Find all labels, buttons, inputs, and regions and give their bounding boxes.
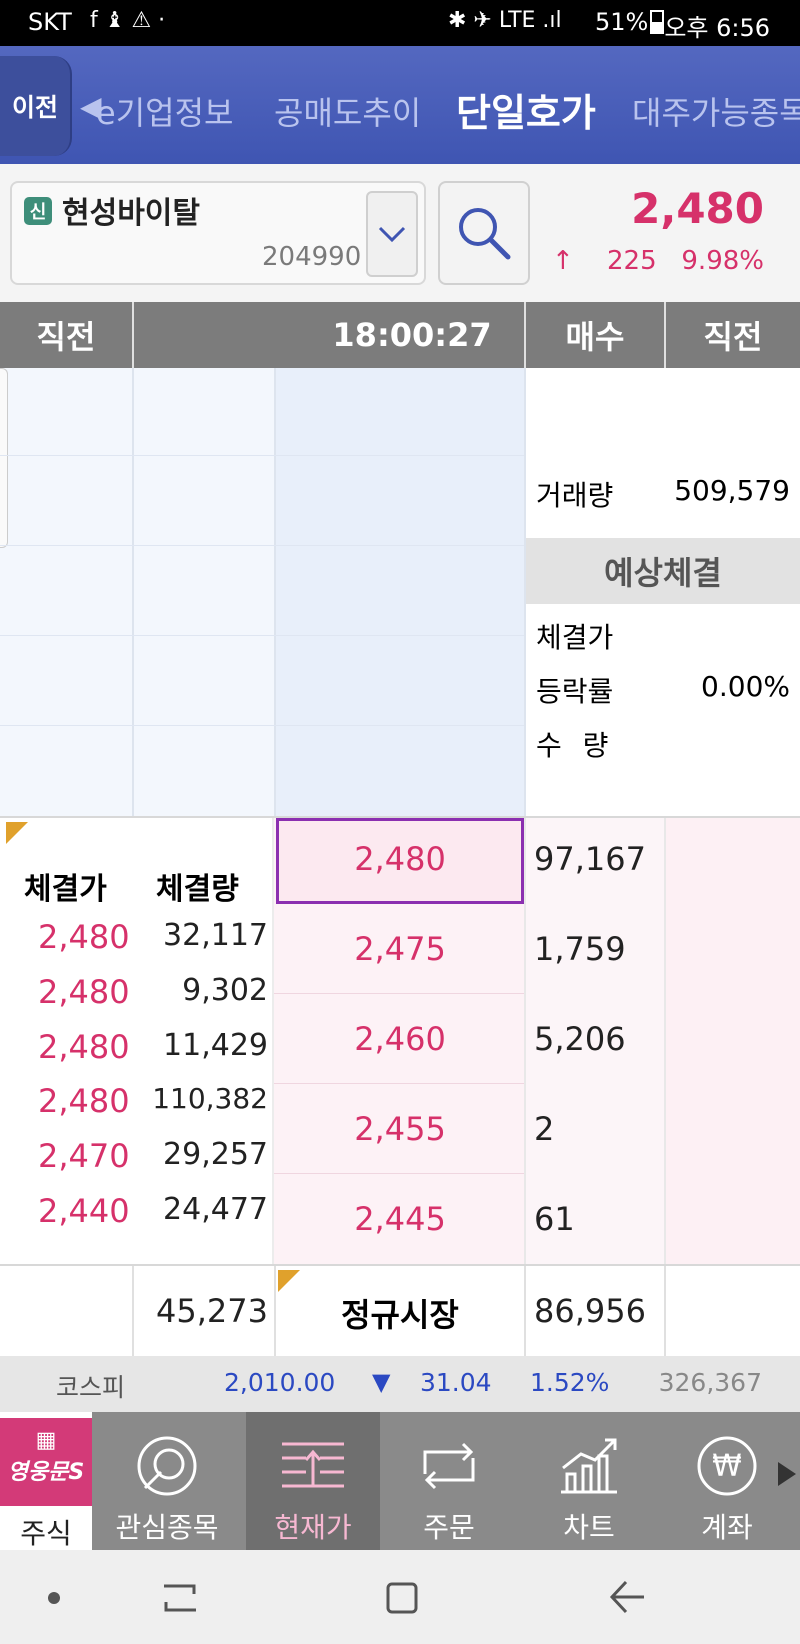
tab-company-info[interactable]: e기업정보 [96,88,233,134]
nav-more-arrow-icon[interactable] [778,1462,796,1486]
bid-qty: 97,167 [534,840,646,878]
volume-label: 거래량 [536,479,614,512]
expected-rate-label: 등락률 [536,675,614,708]
brand-logo: ▦ 영웅문S [0,1418,92,1506]
dot-icon[interactable] [48,1592,60,1604]
ask-price-column [276,368,524,816]
chart-icon [561,1438,617,1494]
nav-item-watchlist[interactable]: 관심종목 [100,1412,234,1550]
price-change-rate: 9.98% [681,246,764,276]
expected-qty-label: 수 량 [536,729,615,762]
bid-price[interactable]: 2,455 [276,1110,524,1148]
battery-icon [650,10,664,34]
total-sell-qty: 45,273 [156,1292,268,1330]
side-handle[interactable] [0,368,8,548]
kospi-rate: 1.52% [530,1368,610,1397]
trade-price: 2,480 [38,973,130,1011]
kospi-volume: 326,367 [658,1368,762,1397]
bid-price[interactable]: 2,475 [276,930,524,968]
nav-item-chart[interactable]: 차트 [522,1412,656,1550]
carrier-label: SKT [28,8,72,36]
bid-qty: 2 [534,1110,555,1148]
trade-price: 2,480 [38,1028,130,1066]
ask-qty-column [134,368,274,816]
nav-label: 주문 [423,1511,475,1544]
trade-qty: 29,257 [163,1137,268,1172]
ask-prev-column [0,368,132,816]
chevron-down-icon [378,226,406,243]
trade-qty: 110,382 [152,1082,268,1115]
trade-price: 2,470 [38,1137,130,1175]
volume-value: 509,579 [674,474,790,507]
expected-price-label: 체결가 [536,621,614,654]
trade-qty: 32,117 [163,918,268,953]
total-buy-qty: 86,956 [534,1292,646,1330]
clock: 오후 6:56 [664,14,770,42]
header-prev-bid: 직전 [703,318,763,356]
header-bid: 매수 [565,318,625,356]
won-icon: ₩ [697,1436,757,1496]
status-bar: SKT f ♝ ⚠ · ✱ ✈ LTE .ıl 51% 오후 6:56 [0,0,800,46]
home-icon[interactable] [384,1580,420,1616]
notification-icons: f ♝ ⚠ · [90,8,166,33]
trade-qty: 9,302 [182,973,268,1008]
prev-button[interactable]: 이전 [0,56,72,156]
nav-label: 차트 [563,1511,615,1544]
orderbook-icon [282,1442,344,1488]
swap-icon [423,1442,475,1490]
grid-icon: ▦ [35,1428,57,1453]
trade-price: 2,480 [38,918,130,956]
nav-label: 계좌 [701,1511,753,1544]
tab-borrowable[interactable]: 대주가능종목 [632,88,800,134]
bid-price[interactable]: 2,460 [276,1020,524,1058]
nav-label: 관심종목 [115,1511,219,1544]
corner-marker [278,1270,300,1292]
price-change: 225 [607,246,657,276]
bid-price[interactable]: 2,445 [276,1200,524,1238]
corner-marker [6,822,28,844]
tab-short-selling[interactable]: 공매도추이 [274,88,421,134]
nav-item-stock[interactable]: ▦ 영웅문S 주식 [0,1412,92,1550]
down-arrow-icon: ▼ [372,1368,391,1396]
trade-qty: 24,477 [163,1192,268,1227]
bid-price[interactable]: 2,480 [276,840,524,878]
current-price: 2,480 [631,184,764,233]
nav-item-account[interactable]: ₩ 계좌 [660,1412,794,1550]
trade-price: 2,480 [38,1082,130,1120]
stock-dropdown-button[interactable] [366,191,418,277]
search-button[interactable] [438,181,530,285]
nav-item-order[interactable]: 주문 [382,1412,516,1550]
signal-icons: ✱ ✈ LTE .ıl [448,8,562,33]
bid-qty: 5,206 [534,1020,626,1058]
trade-price: 2,440 [38,1192,130,1230]
nav-label: 현재가 [274,1511,352,1544]
svg-text:₩: ₩ [712,1449,742,1484]
back-icon[interactable] [608,1578,648,1616]
kospi-change: 31.04 [420,1368,492,1397]
trade-price-header: 체결가 [24,872,107,907]
stock-name: 현성바이탈 [62,196,200,231]
stock-code: 204990 [262,242,362,272]
header-prev-ask: 직전 [36,318,96,356]
trade-qty-header: 체결량 [156,872,239,907]
expected-header: 예상체결 [526,538,800,604]
watchlist-icon [137,1436,197,1496]
tab-single-quote[interactable]: 단일호가 [456,82,596,137]
bid-qty: 61 [534,1200,575,1238]
nav-label: 주식 [20,1517,72,1550]
trade-qty: 11,429 [163,1028,268,1063]
credit-badge: 신 [24,197,52,225]
kospi-value: 2,010.00 [224,1368,336,1397]
bid-prev-column [664,818,800,1264]
expected-rate-value: 0.00% [701,670,790,703]
header-time: 18:00:27 [332,316,492,354]
battery-percent: 51% [595,8,649,36]
bid-qty: 1,759 [534,930,626,968]
up-arrow-icon: ↑ [552,246,574,276]
kospi-label: 코스피 [56,1373,126,1402]
search-icon [459,208,511,260]
market-session-label: 정규시장 [341,1296,459,1334]
nav-item-current-price[interactable]: 현재가 [246,1412,380,1550]
recent-apps-icon[interactable] [160,1580,200,1616]
